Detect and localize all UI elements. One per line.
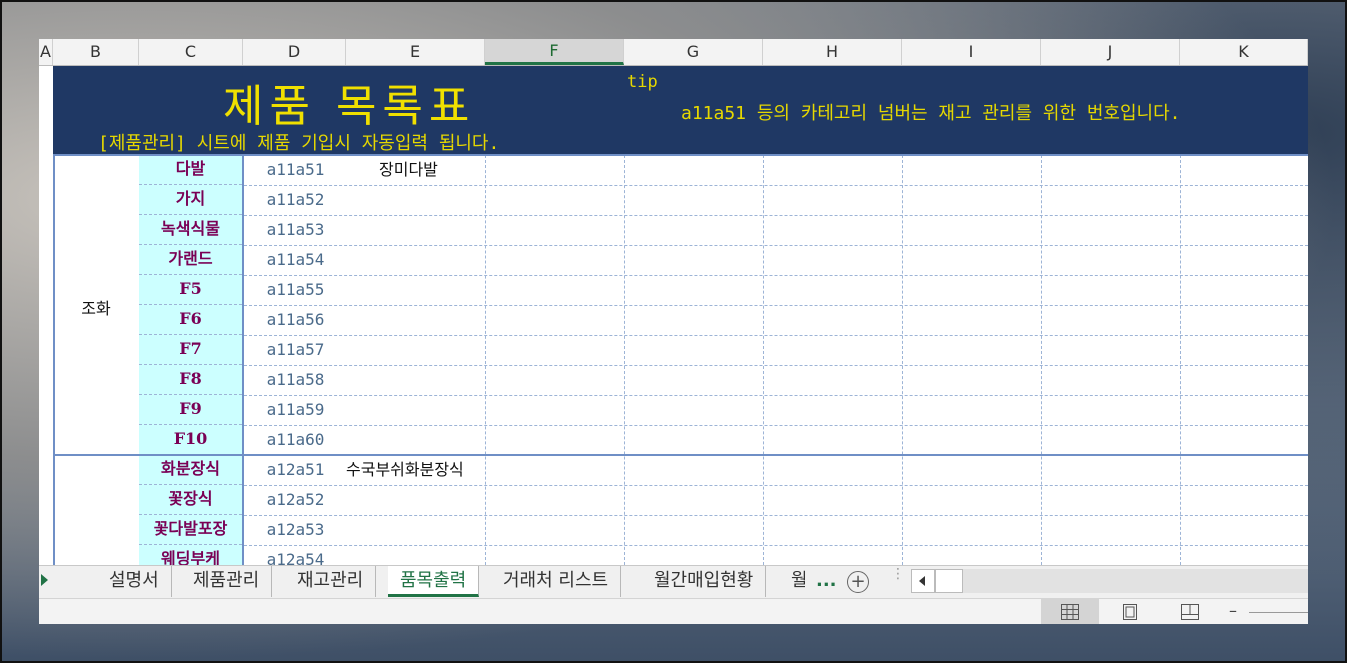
page-break-icon [1181,604,1199,620]
code-cell[interactable]: a12a52 [244,485,347,515]
category-cell[interactable]: F5 [139,275,242,305]
row-gridline [244,185,1308,186]
group-label[interactable]: 조화 [53,295,139,319]
sheet-tab[interactable]: 제품관리 [181,566,273,597]
code-cell[interactable]: a11a59 [244,395,347,425]
page-break-view-button[interactable] [1161,599,1219,624]
code-cell[interactable]: a11a57 [244,335,347,365]
category-cell[interactable]: 가랜드 [139,245,242,275]
column-header-i[interactable]: I [902,39,1041,65]
row-gridline [244,485,1308,486]
row-gridline [244,395,1308,396]
category-cell[interactable]: F9 [139,395,242,425]
page-layout-icon [1123,604,1137,620]
product-name-cell[interactable]: 수국부쉬화분장식 [346,455,464,485]
row-gridline [244,365,1308,366]
column-header-c[interactable]: C [139,39,243,65]
row-gridline [244,305,1308,306]
split-handle-icon[interactable]: ⋮ [891,567,905,581]
grid-icon [1061,604,1079,620]
code-cell[interactable]: a12a53 [244,515,347,545]
column-header-f[interactable]: F [485,39,624,65]
tab-scroll-right-icon[interactable] [41,574,48,586]
sheet-title: 제품 목록표 [223,81,476,132]
more-tabs-button[interactable]: ... [816,566,837,596]
row-gridline [244,215,1308,216]
column-header-d[interactable]: D [243,39,346,65]
code-cell[interactable]: a11a54 [244,245,347,275]
code-cell[interactable]: a11a55 [244,275,347,305]
gridline [624,155,625,565]
spreadsheet-window: ABCDEFGHIJK 제품 목록표 [제품관리] 시트에 제품 기입시 자동입… [39,39,1308,624]
gridline [902,155,903,565]
category-cell[interactable]: 꽃다발포장 [139,515,242,545]
category-cell[interactable]: F7 [139,335,242,365]
gridline [485,155,486,565]
code-cell[interactable]: a11a53 [244,215,347,245]
scroll-left-icon[interactable] [911,569,935,593]
normal-view-button[interactable] [1041,599,1099,624]
sheet-tab-bar: 설명서 제품관리 재고관리 품목출력 거래처 리스트 월간매입현황 월 ... + ⋮ [39,565,1308,598]
column-header-j[interactable]: J [1041,39,1180,65]
category-cell[interactable]: 꽃장식 [139,485,242,515]
code-cell[interactable]: a11a52 [244,185,347,215]
product-name-cell[interactable]: 장미다발 [379,155,438,185]
code-cell[interactable]: a11a60 [244,425,347,455]
page-layout-view-button[interactable] [1101,599,1159,624]
category-cell[interactable]: 화분장식 [139,455,242,485]
column-header-a[interactable]: A [39,39,53,65]
horizontal-scrollbar[interactable] [911,569,1308,593]
row-gridline [244,245,1308,246]
code-cell[interactable]: a12a51 [244,455,347,485]
zoom-out-button[interactable]: – [1229,601,1237,620]
status-bar: – [39,598,1308,624]
category-cell[interactable]: F6 [139,305,242,335]
tip-label: tip [627,72,658,92]
category-cell[interactable]: F10 [139,425,242,455]
row-gridline [244,545,1308,546]
add-sheet-button[interactable]: + [847,571,869,593]
gridline [1180,155,1181,565]
group-border [242,155,244,565]
row-gridline [244,425,1308,426]
sheet-tab[interactable]: 월간매입현황 [642,566,767,597]
column-header-g[interactable]: G [624,39,763,65]
column-header-h[interactable]: H [763,39,902,65]
row-gridline [244,275,1308,276]
column-header-b[interactable]: B [53,39,139,65]
group-border [53,155,55,565]
sheet-tab[interactable]: 품목출력 [388,566,480,597]
code-cell[interactable]: a11a58 [244,365,347,395]
title-banner: 제품 목록표 [제품관리] 시트에 제품 기입시 자동입력 됩니다. tip a… [53,66,1308,155]
gridline [763,155,764,565]
category-cell[interactable]: F8 [139,365,242,395]
category-cell[interactable]: 다발 [139,155,242,185]
scroll-thumb[interactable] [935,569,963,593]
row-gridline [244,335,1308,336]
category-cell[interactable]: 녹색식물 [139,215,242,245]
sheet-tab[interactable]: 월 [787,566,805,597]
sheet-tab[interactable]: 거래처 리스트 [491,566,622,597]
zoom-slider[interactable] [1249,612,1308,613]
code-cell[interactable]: a11a51 [244,155,347,185]
column-header-bar: ABCDEFGHIJK [39,39,1308,66]
cell-grid[interactable]: 다발 a11a51 장미다발 가지 a11a52 녹색식물 a11a53 가랜드 a11a54 F… [39,154,1308,576]
sheet-tab[interactable]: 재고관리 [285,566,377,597]
code-cell[interactable]: a11a56 [244,305,347,335]
row-gridline [244,515,1308,516]
sheet-tab[interactable]: 설명서 [97,566,172,597]
column-header-k[interactable]: K [1180,39,1308,65]
sheet-subtitle: [제품관리] 시트에 제품 기입시 자동입력 됩니다. [98,133,500,154]
tip-message: a11a51 등의 카테고리 넘버는 재고 관리를 위한 번호입니다. [681,103,1181,124]
column-header-e[interactable]: E [346,39,485,65]
gridline [1041,155,1042,565]
category-cell[interactable]: 가지 [139,185,242,215]
